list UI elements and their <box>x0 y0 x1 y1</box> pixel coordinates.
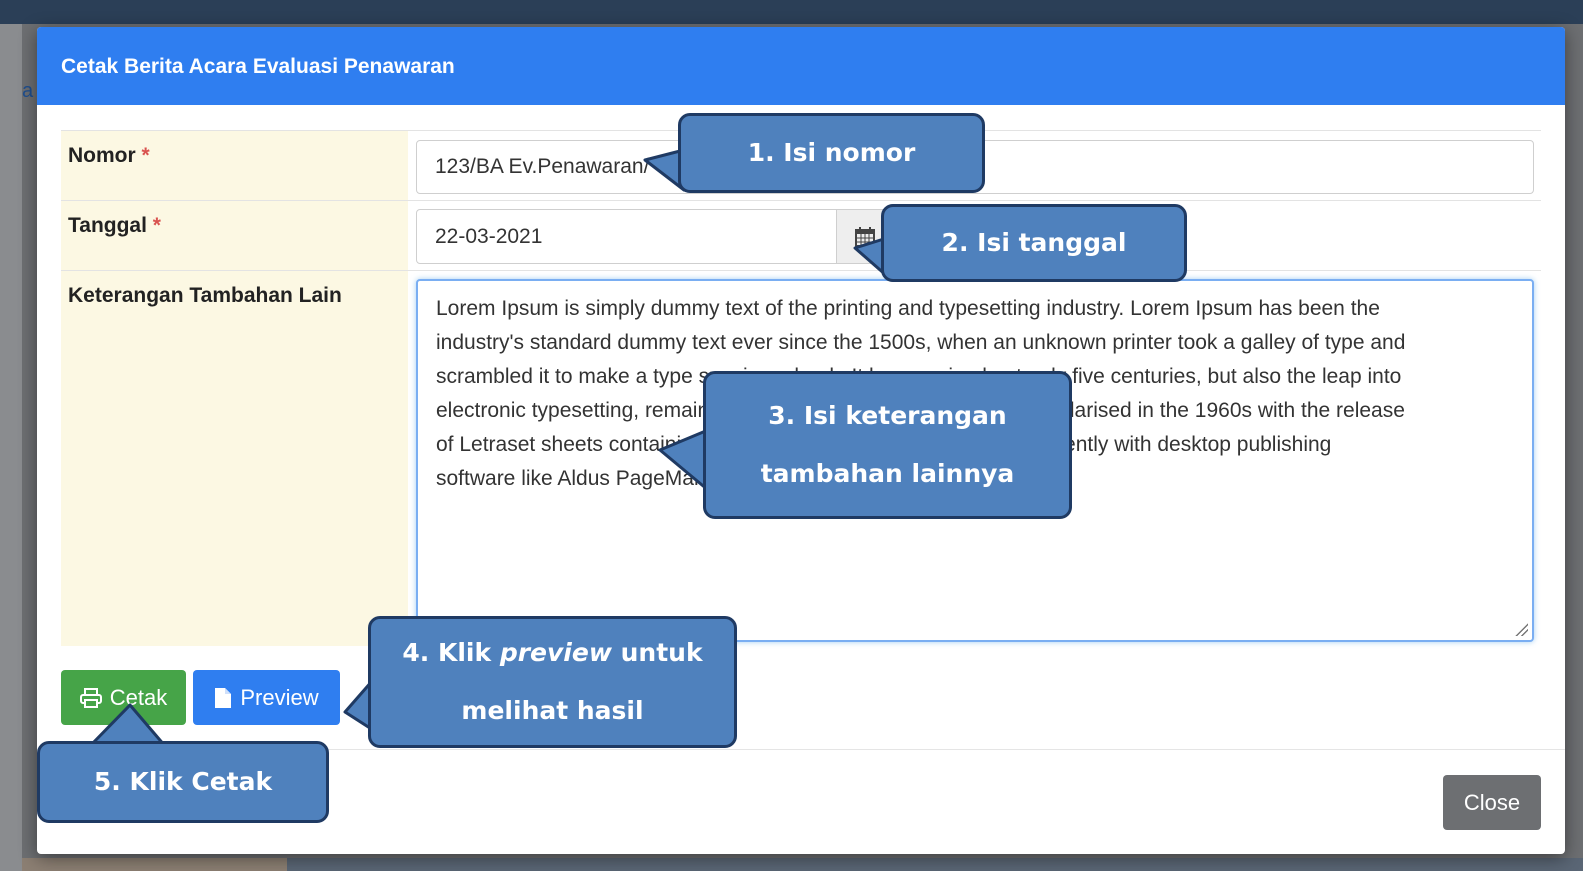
form-row-tanggal: Tanggal * 22-03-2021 <box>61 200 1541 271</box>
tanggal-input-value: 22-03-2021 <box>435 224 543 248</box>
nomor-input-value: 123/BA Ev.Penawaran/ <box>435 155 650 178</box>
calendar-icon <box>855 226 875 247</box>
tanggal-label: Tanggal * <box>61 201 408 271</box>
callout-step-3: 3. Isi keterangan tambahan lainnya <box>703 371 1072 519</box>
dialog-header: Cetak Berita Acara Evaluasi Penawaran <box>37 27 1565 105</box>
printer-icon <box>79 687 102 708</box>
tanggal-label-text: Tanggal <box>68 214 147 237</box>
file-icon <box>215 687 232 708</box>
callout-step-4-prefix: 4. Klik <box>402 638 500 667</box>
callout-step-4-line-2: melihat hasil <box>461 696 644 725</box>
background-topbar <box>0 0 1583 24</box>
callout-step-3-line-2: tambahan lainnya <box>760 459 1015 488</box>
callout-step-1: 1. Isi nomor <box>678 113 985 193</box>
cetak-button[interactable]: Cetak <box>61 670 186 725</box>
callout-step-5-text: 5. Klik Cetak <box>93 767 273 796</box>
required-mark: * <box>141 144 150 167</box>
close-button-label: Close <box>1463 789 1521 815</box>
close-button[interactable]: Close <box>1443 775 1541 830</box>
preview-button-label: Preview <box>240 684 319 710</box>
background-bottom-left <box>22 858 287 871</box>
nomor-label-text: Nomor <box>68 144 136 167</box>
callout-step-3-line-1: 3. Isi keterangan <box>768 401 1007 430</box>
cetak-button-label: Cetak <box>109 684 168 710</box>
callout-step-5: 5. Klik Cetak <box>37 741 329 823</box>
dialog-title: Cetak Berita Acara Evaluasi Penawaran <box>61 55 455 78</box>
background-bottom-right <box>287 858 1583 871</box>
preview-button[interactable]: Preview <box>193 670 340 725</box>
tanggal-input[interactable]: 22-03-2021 <box>416 209 837 264</box>
background-left-strip <box>0 24 22 871</box>
callout-step-4-suffix: untuk <box>611 638 703 667</box>
callout-step-4: 4. Klik preview untuk melihat hasil <box>368 616 737 748</box>
callout-step-4-italic: preview <box>499 638 612 667</box>
keterangan-line: industry's standard dummy text ever sinc… <box>436 331 1406 354</box>
nomor-label: Nomor * <box>61 131 408 201</box>
callout-step-2: 2. Isi tanggal <box>881 204 1187 282</box>
callout-step-4-line-1: 4. Klik preview untuk <box>402 624 702 682</box>
keterangan-line: Lorem Ipsum is simply dummy text of the … <box>436 297 1380 320</box>
callout-step-1-text: 1. Isi nomor <box>747 138 916 167</box>
required-mark: * <box>152 214 161 237</box>
keterangan-label-text: Keterangan Tambahan Lain <box>68 284 342 307</box>
background-text-fragment: a <box>22 80 34 102</box>
callout-step-2-text: 2. Isi tanggal <box>941 228 1127 257</box>
keterangan-label: Keterangan Tambahan Lain <box>61 271 408 646</box>
resize-handle[interactable] <box>1514 622 1528 636</box>
